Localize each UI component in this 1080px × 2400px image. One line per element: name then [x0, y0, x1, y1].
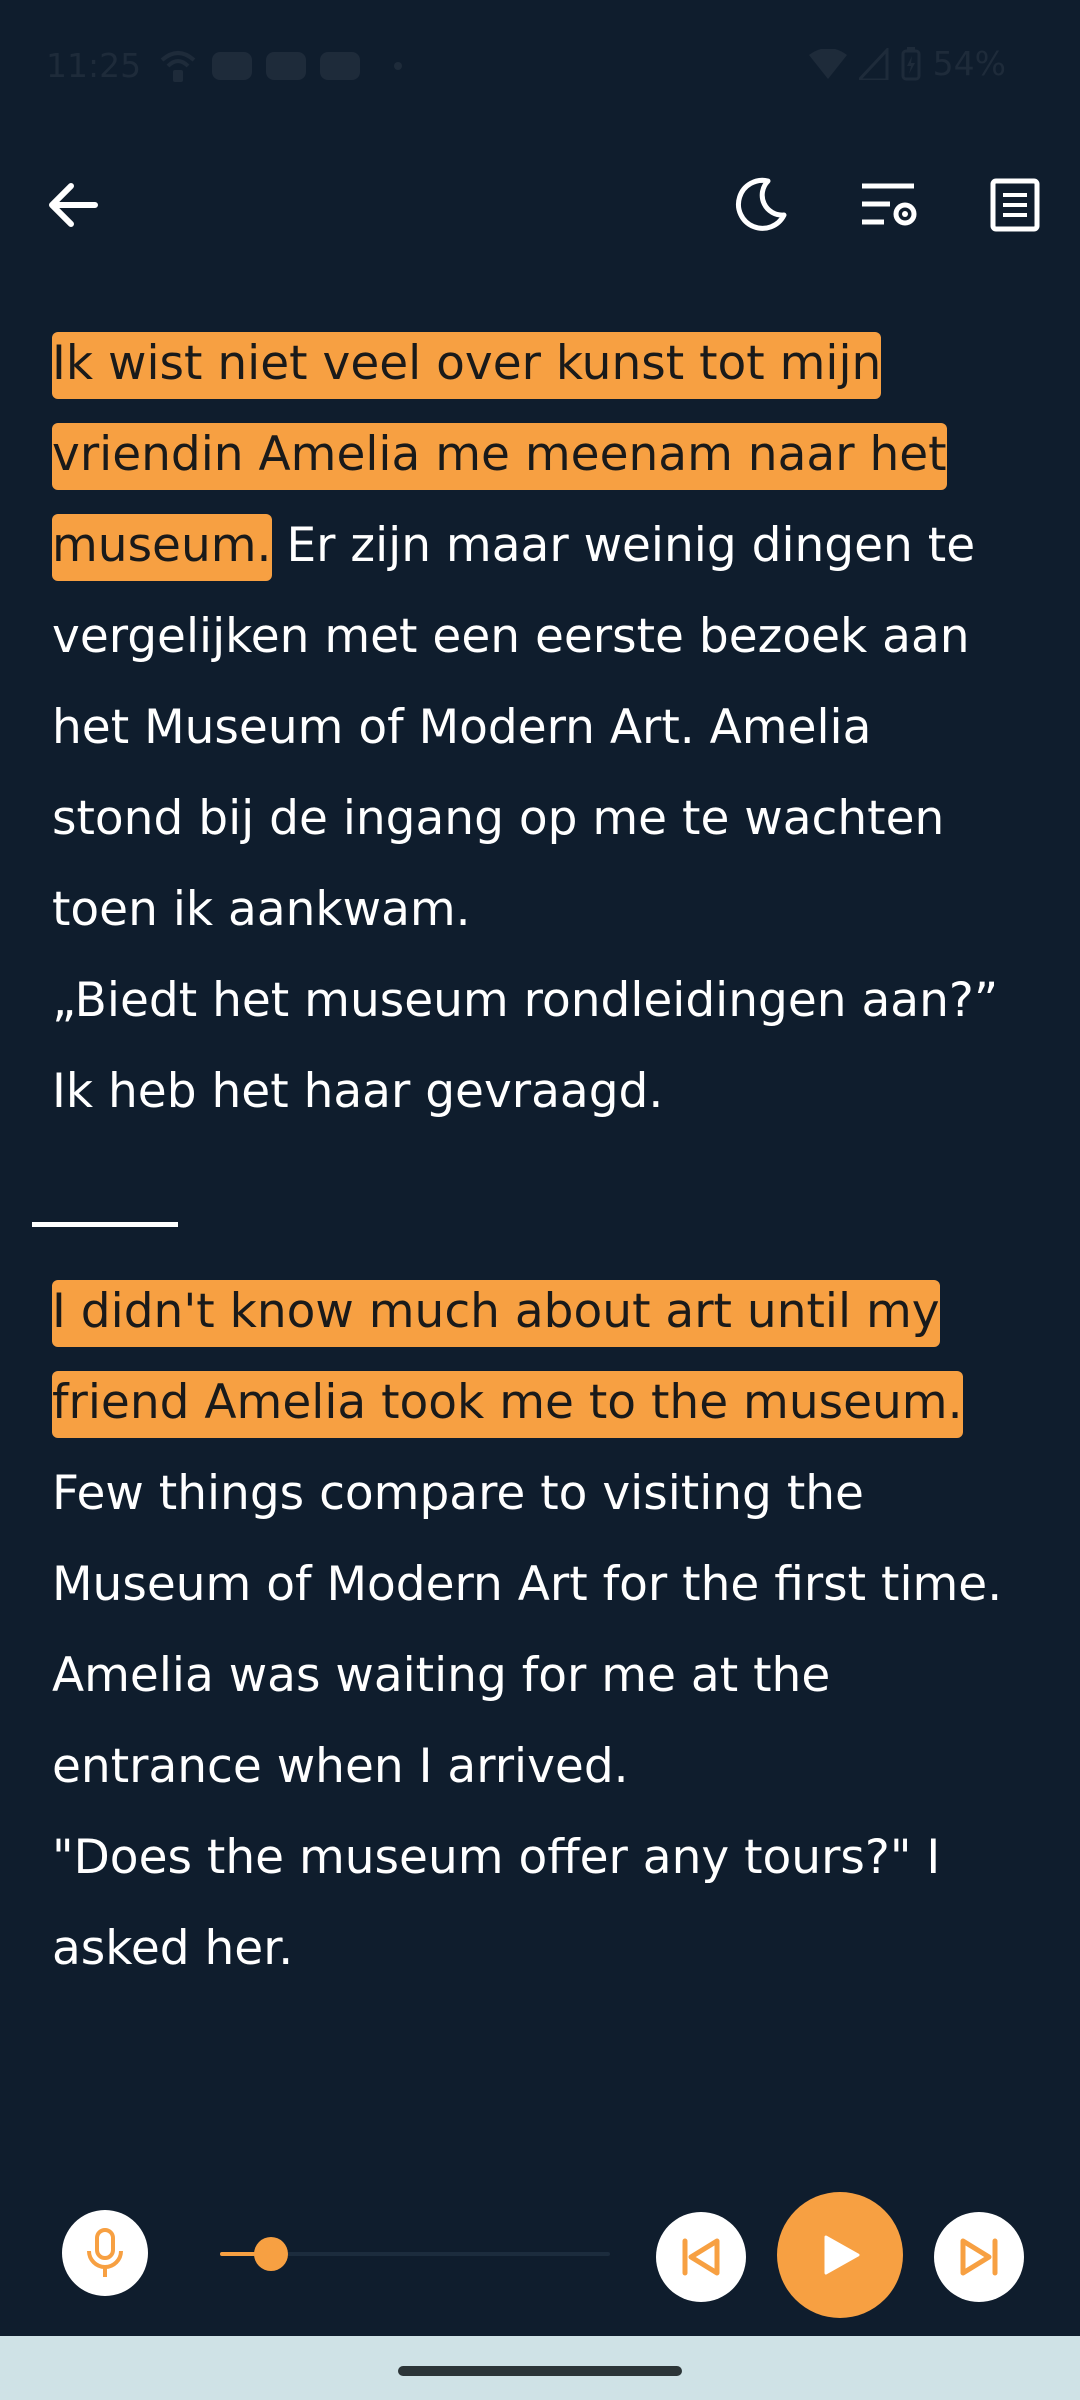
next-sentence-button[interactable] [934, 2212, 1024, 2302]
playback-settings-icon [862, 183, 917, 226]
playback-progress-slider[interactable] [220, 2237, 610, 2271]
dutch-paragraph: Ik wist niet veel over kunst tot mijn vr… [52, 318, 1012, 1137]
youtube-icon [266, 52, 306, 80]
wifi-icon [808, 48, 847, 79]
night-mode-moon-icon [735, 177, 787, 231]
previous-sentence-button[interactable] [656, 2212, 746, 2302]
english-quote: "Does the museum offer any tours?" I ask… [52, 1830, 941, 1976]
youtube-icon [320, 52, 360, 80]
document-button[interactable] [980, 170, 1050, 240]
english-text: Few things compare to visiting the Museu… [52, 1466, 1003, 1794]
wifi-calling-icon [160, 51, 196, 82]
slider-handle[interactable] [253, 2237, 288, 2271]
next-sentence-icon [960, 2238, 998, 2276]
language-divider [32, 1222, 178, 1227]
battery-icon [901, 46, 921, 80]
current-translation-highlight[interactable]: I didn't know much about art until my fr… [52, 1280, 963, 1438]
back-button[interactable] [38, 170, 108, 240]
play-button[interactable] [777, 2192, 903, 2318]
night-mode-button[interactable] [725, 170, 795, 240]
previous-sentence-icon [682, 2238, 720, 2276]
microphone-button[interactable] [62, 2210, 148, 2296]
system-icons: 54% [808, 44, 1006, 83]
play-icon [824, 2235, 860, 2275]
dutch-quote: „Biedt het museum rondleidingen aan?” Ik… [52, 973, 999, 1119]
english-paragraph: I didn't know much about art until my fr… [52, 1266, 1012, 1994]
playback-settings-button[interactable] [855, 170, 925, 240]
english-text-block[interactable]: I didn't know much about art until my fr… [52, 1266, 1012, 1994]
battery-percent: 54% [932, 44, 1006, 83]
status-time: 11:25 [46, 46, 142, 85]
microphone-icon [87, 2228, 123, 2277]
system-navigation-bar [0, 2336, 1080, 2400]
status-bar: 11:25 54% [0, 0, 1080, 130]
dutch-text-block[interactable]: Ik wist niet veel over kunst tot mijn vr… [52, 318, 1012, 1137]
home-gesture-handle[interactable] [398, 2366, 682, 2376]
audio-player [0, 2180, 1080, 2330]
document-icon [990, 178, 1040, 232]
notification-dot-icon [394, 62, 402, 70]
signal-icon [858, 47, 889, 80]
reader-screen: 11:25 54% Ik wist niet veel over kunst t… [0, 0, 1080, 2400]
back-arrow-icon [49, 183, 98, 227]
top-toolbar [0, 160, 1080, 250]
youtube-icon [212, 52, 252, 80]
notification-icons [158, 48, 402, 84]
